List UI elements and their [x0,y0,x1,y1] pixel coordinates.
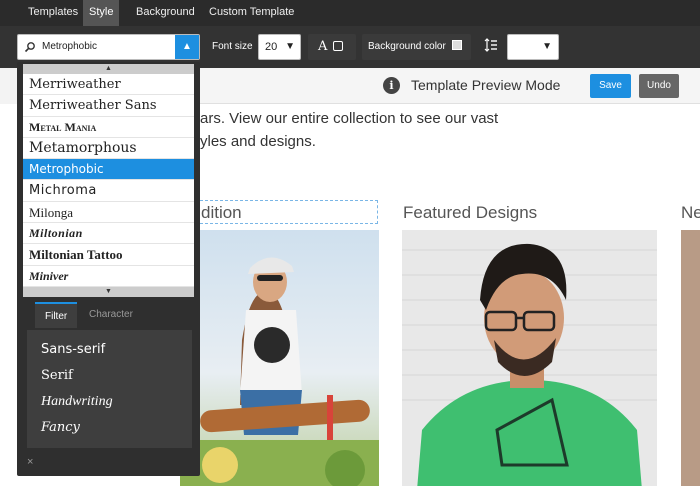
intro-line-1: ars. View our entire collection to see o… [200,110,499,127]
color-swatch-icon [451,40,462,50]
font-picker-panel: ▲ Merriweather Merriweather Sans Metal M… [17,62,200,476]
text-style-label: A [318,39,328,54]
preview-mode-title: Template Preview Mode [411,77,561,93]
font-option[interactable]: Metal Mania [23,117,194,138]
font-option[interactable]: Michroma [23,180,194,202]
font-size-select[interactable]: 20 ▼ [258,34,301,60]
font-option[interactable]: Miltonian [23,223,194,245]
top-tab-bar: Templates Style Background Custom Templa… [0,0,700,26]
photo-third-partial [681,230,700,486]
close-icon[interactable]: × [27,456,33,468]
font-option[interactable]: Milonga [23,202,194,224]
tab-filter[interactable]: Filter [35,302,78,328]
photo-woman-skateboard [180,230,379,486]
background-color-label: Background color [368,41,446,52]
font-size-label: Font size [212,41,253,52]
undo-button[interactable]: Undo [639,74,679,98]
font-list: Merriweather Merriweather Sans Metal Man… [23,74,194,287]
app-root: Templates Style Background Custom Templa… [0,0,700,486]
background-color-button[interactable]: Background color [362,34,471,60]
section-title-new[interactable]: Ne [681,203,700,223]
intro-text: ars. View our entire collection to see o… [200,107,498,153]
filter-sans-serif[interactable]: Sans-serif [41,342,105,357]
search-icon [24,42,35,53]
filter-handwriting[interactable]: Handwriting [41,394,113,410]
font-family-value: Metrophobic [42,41,98,52]
text-style-button[interactable]: A [308,34,356,60]
font-option[interactable]: Metamorphous [23,138,194,160]
preview-header: i Template Preview Mode Save Undo [200,68,700,104]
filter-fancy[interactable]: Fancy [41,420,80,435]
line-spacing-icon[interactable] [478,34,502,60]
info-icon: i [383,77,400,94]
tab-style[interactable]: Style [83,0,120,26]
tab-templates[interactable]: Templates [22,0,84,26]
tab-background[interactable]: Background [130,0,201,26]
font-option-selected[interactable]: Metrophobic [23,159,194,181]
tab-character[interactable]: Character [79,302,143,328]
chevron-down-icon: ▼ [542,41,552,52]
font-size-value: 20 [265,41,278,53]
filter-options: Sans-serif Serif Handwriting Fancy [27,330,192,448]
chevron-down-icon: ▼ [285,41,295,52]
text-box-icon [333,41,344,51]
filter-tabs: Filter Character [35,302,190,328]
font-option[interactable]: Merriweather [23,74,194,96]
photo-man-green-shirt [402,230,657,486]
intro-line-2: yles and designs. [200,133,316,150]
section-title-featured[interactable]: Featured Designs [403,203,537,223]
scroll-up-button[interactable]: ▲ [23,64,194,74]
section-title-edition[interactable]: dition [201,203,242,223]
line-spacing-select[interactable]: ▼ [507,34,559,60]
chevron-down-icon[interactable]: ▲ [175,35,199,59]
font-family-select[interactable]: Metrophobic ▲ [17,34,200,60]
font-option[interactable]: Miltonian Tattoo [23,244,194,266]
filter-serif[interactable]: Serif [41,368,73,383]
save-button[interactable]: Save [590,74,631,98]
font-option[interactable]: Miniver [23,266,194,287]
scroll-down-button[interactable]: ▼ [23,287,194,297]
font-option[interactable]: Merriweather Sans [23,95,194,117]
tab-custom-template[interactable]: Custom Template [203,0,300,26]
